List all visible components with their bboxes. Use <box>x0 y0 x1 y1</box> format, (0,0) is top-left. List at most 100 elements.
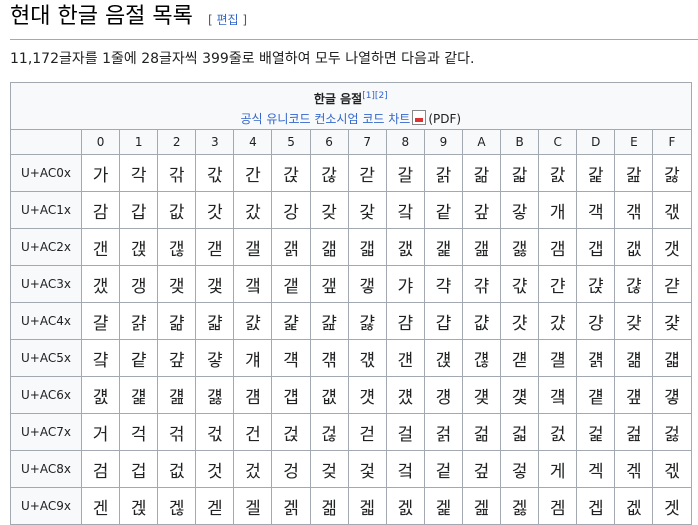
column-header: 7 <box>347 129 387 155</box>
syllable-cell: 겍 <box>576 450 616 488</box>
syllable-cell: 갺 <box>461 265 502 303</box>
syllable-cell: 걽 <box>576 413 616 451</box>
syllable-cell: 걙 <box>423 339 463 377</box>
unicode-chart-link[interactable]: 공식 유니코드 컨소시엄 코드 차트 <box>240 112 410 126</box>
syllable-cell: 걼 <box>538 413 578 451</box>
hangul-syllable-table: 한글 음절[1][2] 공식 유니코드 컨소시엄 코드 차트 (PDF) 0123… <box>10 82 692 525</box>
syllable-cell: 걃 <box>195 302 235 340</box>
syllable-cell: 걛 <box>500 339 540 377</box>
syllable-cell: 걅 <box>271 302 311 340</box>
syllable-cell: 걉 <box>423 302 463 340</box>
syllable-cell: 걭 <box>576 376 616 414</box>
syllable-cell: 갠 <box>80 228 121 266</box>
syllable-cell: 걤 <box>233 376 273 414</box>
syllable-cell: 겂 <box>157 450 197 488</box>
syllable-cell: 갆 <box>309 154 349 192</box>
syllable-cell: 갶 <box>309 265 349 303</box>
syllable-cell: 걠 <box>80 376 121 414</box>
table-row: U+AC5x 걐 걑 걒 걓 걔 걕 걖 걗 걘 걙 걚 걛 걜 걝 걞 걟 <box>10 339 692 377</box>
syllable-cell: 겝 <box>576 487 616 525</box>
syllable-cell: 겋 <box>500 450 540 488</box>
syllable-cell: 갯 <box>652 228 692 266</box>
syllable-cell: 걓 <box>195 339 235 377</box>
syllable-cell: 걾 <box>614 413 654 451</box>
syllable-cell: 겎 <box>614 450 654 488</box>
syllable-cell: 겆 <box>309 450 349 488</box>
syllable-cell: 갾 <box>614 265 654 303</box>
syllable-cell: 객 <box>576 191 616 229</box>
syllable-cell: 겖 <box>309 487 349 525</box>
syllable-cell: 걯 <box>652 376 692 414</box>
syllable-cell: 갚 <box>461 191 502 229</box>
syllable-cell: 걝 <box>576 339 616 377</box>
syllable-cell: 걞 <box>614 339 654 377</box>
syllable-cell: 걊 <box>461 302 502 340</box>
syllable-cell: 갤 <box>233 228 273 266</box>
table-row: U+AC4x 걀 걁 걂 걃 걄 걅 걆 걇 걈 걉 걊 걋 걌 걍 걎 걏 <box>10 302 692 340</box>
syllable-cell: 갏 <box>652 154 692 192</box>
syllable-cell: 걚 <box>461 339 502 377</box>
column-header: B <box>500 129 540 155</box>
syllable-cell: 갽 <box>576 265 616 303</box>
table-row: U+AC9x 겐 겑 겒 겓 겔 겕 겖 겗 겘 겙 겚 겛 겜 겝 겞 겟 <box>10 487 692 525</box>
syllable-cell: 갎 <box>614 154 654 192</box>
syllable-cell: 갍 <box>576 154 616 192</box>
syllable-cell: 걶 <box>309 413 349 451</box>
syllable-cell: 걨 <box>385 376 425 414</box>
row-label: U+AC8x <box>10 450 82 488</box>
column-header: 1 <box>119 129 159 155</box>
syllable-cell: 걿 <box>652 413 692 451</box>
syllable-cell: 갖 <box>309 191 349 229</box>
column-header-row: 0123456789ABCDEF <box>10 129 692 155</box>
syllable-cell: 감 <box>80 191 121 229</box>
table-row: U+AC7x 거 걱 걲 걳 건 걵 걶 걷 걸 걹 걺 걻 걼 걽 걾 걿 <box>10 413 692 451</box>
column-header: 0 <box>80 129 121 155</box>
syllable-cell: 갹 <box>423 265 463 303</box>
column-header: D <box>576 129 616 155</box>
syllable-cell: 걢 <box>157 376 197 414</box>
syllable-cell: 걣 <box>195 376 235 414</box>
syllable-cell: 갮 <box>614 228 654 266</box>
column-header: F <box>652 129 692 155</box>
row-label: U+AC2x <box>10 228 82 266</box>
edit-section: [ 편집 ] <box>208 13 248 27</box>
syllable-cell: 걌 <box>538 302 578 340</box>
syllable-cell: 겚 <box>461 487 502 525</box>
table-row: U+AC6x 걠 걡 걢 걣 걤 걥 걦 걧 걨 걩 걪 걫 걬 걭 걮 걯 <box>10 376 692 414</box>
row-label: U+AC3x <box>10 265 82 303</box>
column-header: 8 <box>385 129 425 155</box>
section-title: 현대 한글 음절 목록 <box>10 4 193 29</box>
reference-links[interactable]: [1][2] <box>362 91 388 101</box>
syllable-cell: 겐 <box>80 487 121 525</box>
caption-title: 한글 음절 <box>313 91 363 106</box>
syllable-cell: 걡 <box>119 376 159 414</box>
syllable-cell: 겑 <box>119 487 159 525</box>
syllable-cell: 갵 <box>271 265 311 303</box>
syllable-cell: 갑 <box>119 191 159 229</box>
syllable-cell: 걩 <box>423 376 463 414</box>
syllable-cell: 겏 <box>652 450 692 488</box>
syllable-cell: 걻 <box>500 413 540 451</box>
edit-link[interactable]: 편집 <box>217 13 239 27</box>
row-label: U+AC0x <box>10 154 82 192</box>
syllable-cell: 게 <box>538 450 578 488</box>
column-header: E <box>614 129 654 155</box>
syllable-cell: 걖 <box>309 339 349 377</box>
syllable-cell: 겈 <box>385 450 425 488</box>
syllable-cell: 걀 <box>80 302 121 340</box>
syllable-cell: 간 <box>233 154 273 192</box>
syllable-cell: 겉 <box>423 450 463 488</box>
syllable-cell: 갣 <box>195 228 235 266</box>
syllable-cell: 거 <box>80 413 121 451</box>
syllable-cell: 걆 <box>309 302 349 340</box>
table-caption-row: 한글 음절[1][2] 공식 유니코드 컨소시엄 코드 차트 (PDF) <box>10 82 692 130</box>
syllable-cell: 걗 <box>347 339 387 377</box>
column-header: 4 <box>233 129 273 155</box>
row-label: U+AC7x <box>10 413 82 451</box>
syllable-cell: 걲 <box>157 413 197 451</box>
pdf-label: (PDF) <box>428 111 462 126</box>
syllable-cell: 걧 <box>347 376 387 414</box>
column-header: 6 <box>309 129 349 155</box>
column-header: 5 <box>271 129 311 155</box>
syllable-cell: 갈 <box>385 154 425 192</box>
